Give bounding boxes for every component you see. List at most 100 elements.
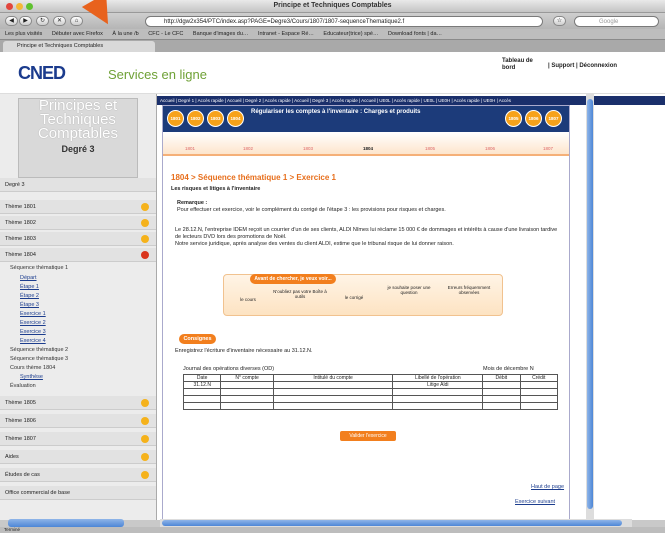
cell-input[interactable] <box>519 402 559 410</box>
address-bar[interactable]: http://dgw2x354/PTC/index.asp?PAGE=Degre… <box>145 16 543 27</box>
cell-input[interactable] <box>519 381 559 389</box>
cell-input[interactable] <box>392 402 484 410</box>
stop-button[interactable]: ✕ <box>53 16 66 26</box>
top-of-page-link[interactable]: Haut de page <box>531 484 564 490</box>
theme-coin[interactable]: 1806 <box>525 110 542 127</box>
cell-input[interactable] <box>182 395 222 403</box>
sidebar-subitem[interactable]: Étape 1 <box>20 284 39 290</box>
sidebar-item-aides[interactable]: Aides <box>0 450 156 464</box>
bookmark-item[interactable]: Download fonts | da… <box>388 31 442 37</box>
cell-input[interactable] <box>519 395 559 403</box>
remark-label: Remarque : <box>177 200 208 206</box>
theme-coin[interactable]: 1805 <box>505 110 522 127</box>
timeline-item[interactable]: 1807 <box>543 146 553 151</box>
bookmark-item[interactable]: Intranet - Espace Ré… <box>258 31 314 37</box>
sidebar-item[interactable]: Séquence thématique 3 <box>10 356 68 362</box>
sidebar-sequence[interactable]: Séquence thématique 1 <box>10 265 68 271</box>
theme-coin[interactable]: 1804 <box>227 110 244 127</box>
horizontal-scrollbar[interactable] <box>160 519 632 527</box>
search-input[interactable]: Google <box>574 16 659 27</box>
cell-input[interactable] <box>220 381 274 389</box>
help-course-link[interactable]: le cours <box>228 297 268 302</box>
validate-button[interactable]: Valider l'exercice <box>340 431 396 441</box>
sidebar-item-theme[interactable]: Thème 1805 <box>0 396 156 410</box>
cell-input[interactable] <box>482 388 521 396</box>
help-corrige-link[interactable]: le corrigé <box>334 295 374 300</box>
theme-coin[interactable]: 1801 <box>167 110 184 127</box>
sidebar-subitem[interactable]: Étape 3 <box>20 302 39 308</box>
timeline-item[interactable]: 1803 <box>303 146 313 151</box>
table-header: Date <box>182 374 222 382</box>
cell-input[interactable] <box>272 388 394 396</box>
timeline-item[interactable]: 1802 <box>243 146 253 151</box>
cell-input[interactable] <box>482 381 521 389</box>
sidebar-subitem[interactable]: Exercice 2 <box>20 320 46 326</box>
sidebar-item-etudes[interactable]: Études de cas <box>0 468 156 482</box>
help-errors-link[interactable]: Erreurs fréquemment observées <box>444 285 494 295</box>
forward-button[interactable]: ▶ <box>19 16 32 26</box>
cell-input[interactable] <box>272 402 394 410</box>
vertical-scrollbar[interactable] <box>586 94 594 520</box>
reload-button[interactable]: ↻ <box>36 16 49 26</box>
sidebar-item-office[interactable]: Office commercial de base <box>0 486 156 500</box>
cell-input[interactable] <box>220 402 274 410</box>
bookmark-item[interactable]: CFC - Le CFC <box>148 31 183 37</box>
sidebar-item-theme[interactable]: Thème 1806 <box>0 414 156 428</box>
bookmark-item[interactable]: Les plus visités <box>5 31 42 37</box>
bookmark-item[interactable]: Educateur(trice) spé… <box>323 31 378 37</box>
sidebar-horizontal-scrollbar[interactable] <box>8 519 124 527</box>
sidebar-item[interactable]: Cours thème 1804 <box>10 365 55 371</box>
timeline-item[interactable]: 1805 <box>425 146 435 151</box>
help-question-link[interactable]: je souhaite poser une question <box>384 285 434 295</box>
cell-input[interactable] <box>220 388 274 396</box>
sidebar-item-theme[interactable]: Thème 1807 <box>0 432 156 446</box>
sidebar-subitem[interactable]: Étape 2 <box>20 293 39 299</box>
bookmarks-bar: Les plus visités Débuter avec Firefox À … <box>0 29 665 40</box>
cell-input[interactable] <box>519 388 559 396</box>
bookmark-star-icon[interactable]: ☆ <box>553 16 566 26</box>
theme-coin[interactable]: 1803 <box>207 110 224 127</box>
cell-input[interactable] <box>272 395 394 403</box>
cell-input[interactable] <box>392 388 484 396</box>
sidebar-subitem[interactable]: Exercice 4 <box>20 338 46 344</box>
sidebar-item-theme[interactable]: Thème 1802 <box>0 216 156 230</box>
bookmark-item[interactable]: À la une /b <box>112 31 138 37</box>
cell-input[interactable] <box>182 388 222 396</box>
scrollbar-thumb[interactable] <box>587 99 593 509</box>
header-links[interactable]: | Support | Déconnexion <box>548 63 617 69</box>
cell-libelle[interactable]: Litige Aldi <box>392 381 484 389</box>
cned-logo[interactable]: CNED <box>18 63 66 84</box>
cell-input[interactable] <box>482 402 521 410</box>
timeline-item[interactable]: 1801 <box>185 146 195 151</box>
timeline-item-current[interactable]: 1804 <box>363 146 373 151</box>
cell-input[interactable] <box>220 395 274 403</box>
back-button[interactable]: ◀ <box>5 16 18 26</box>
dashboard-link[interactable]: Tableau de bord <box>502 58 540 72</box>
home-button[interactable]: ⌂ <box>70 16 83 26</box>
bookmark-item[interactable]: Banque d'images du… <box>193 31 248 37</box>
sidebar-item-theme[interactable]: Thème 1801 <box>0 200 156 214</box>
cell-input[interactable] <box>482 395 521 403</box>
sidebar-subitem[interactable]: Départ <box>20 275 37 281</box>
sidebar-item-theme[interactable]: Thème 1803 <box>0 232 156 246</box>
cell-input[interactable] <box>272 381 394 389</box>
sidebar-subitem[interactable]: Exercice 3 <box>20 329 46 335</box>
theme-coin[interactable]: 1802 <box>187 110 204 127</box>
tab-active[interactable]: Principe et Techniques Comptables <box>3 41 155 52</box>
timeline-item[interactable]: 1806 <box>485 146 495 151</box>
sidebar-item-degre3[interactable]: Degré 3 <box>0 178 156 192</box>
scrollbar-thumb[interactable] <box>162 520 622 526</box>
bookmark-item[interactable]: Débuter avec Firefox <box>52 31 103 37</box>
theme-coin[interactable]: 1807 <box>545 110 562 127</box>
sidebar-item[interactable]: Évaluation <box>10 383 36 389</box>
next-exercise-link[interactable]: Exercice suivant <box>515 499 555 505</box>
sidebar-item-theme-active[interactable]: Thème 1804 <box>0 248 156 262</box>
help-toolbox-link[interactable]: N'oubliez pas votre Boîte à outils <box>272 289 328 299</box>
remark-text[interactable]: Pour effectuer cet exercice, voir le com… <box>177 207 567 214</box>
sidebar-item[interactable]: Séquence thématique 2 <box>10 347 68 353</box>
cell-input[interactable] <box>182 402 222 410</box>
sidebar-subitem[interactable]: Synthèse <box>20 374 43 380</box>
cell-input[interactable] <box>392 395 484 403</box>
sidebar-subitem[interactable]: Exercice 1 <box>20 311 46 317</box>
cell-date[interactable]: 31.12.N <box>182 381 222 389</box>
